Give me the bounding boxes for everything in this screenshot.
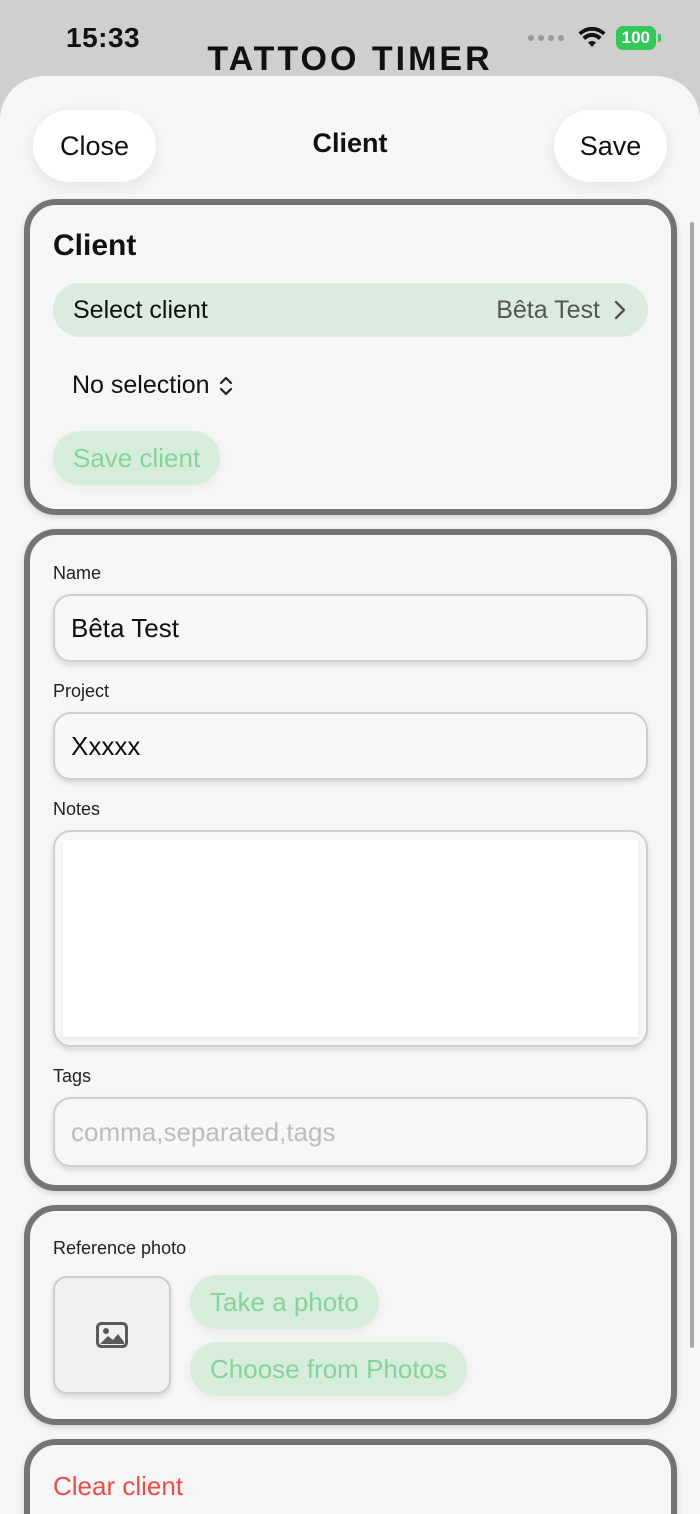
notes-field[interactable] [53, 830, 648, 1047]
name-label: Name [53, 563, 102, 583]
battery-icon: 100 [615, 26, 662, 50]
client-picker-value: No selection [72, 371, 210, 399]
select-client-label: Select client [73, 295, 208, 324]
client-selection-card: Client Select client Bêta Test No select… [24, 199, 677, 515]
cellular-signal-icon [527, 35, 564, 41]
wifi-icon [578, 27, 606, 47]
notes-label: Notes [53, 799, 101, 819]
save-button[interactable]: Save [554, 110, 667, 182]
reference-photo-card: Reference photo Take a photo Choose from… [24, 1205, 677, 1425]
choose-from-photos-button[interactable]: Choose from Photos [190, 1342, 468, 1396]
scrollbar[interactable] [690, 222, 694, 1348]
tags-label: Tags [53, 1066, 92, 1086]
clear-client-card: Clear client [24, 1439, 677, 1514]
project-label: Project [53, 681, 110, 701]
clear-client-button[interactable]: Clear client [53, 1471, 183, 1502]
project-field[interactable]: Xxxxx [53, 712, 648, 780]
photo-placeholder[interactable] [53, 1276, 171, 1394]
chevron-right-icon [614, 300, 626, 320]
status-icons: 100 [527, 26, 662, 50]
save-client-button[interactable]: Save client [53, 431, 221, 485]
select-client-row[interactable]: Select client Bêta Test [53, 283, 648, 337]
client-section-title: Client [53, 229, 137, 262]
select-client-value: Bêta Test [496, 295, 600, 324]
client-picker[interactable]: No selection [72, 371, 234, 400]
reference-photo-label: Reference photo [53, 1238, 187, 1258]
take-photo-button[interactable]: Take a photo [190, 1275, 379, 1329]
client-details-card: Name Bêta Test Project Xxxxx Notes Tags … [24, 529, 677, 1191]
tags-field[interactable]: comma,separated,tags [53, 1097, 648, 1167]
notes-textarea[interactable] [63, 840, 638, 1037]
chevron-up-down-icon [219, 376, 232, 395]
name-field[interactable]: Bêta Test [53, 594, 648, 662]
photo-icon [96, 1322, 128, 1348]
